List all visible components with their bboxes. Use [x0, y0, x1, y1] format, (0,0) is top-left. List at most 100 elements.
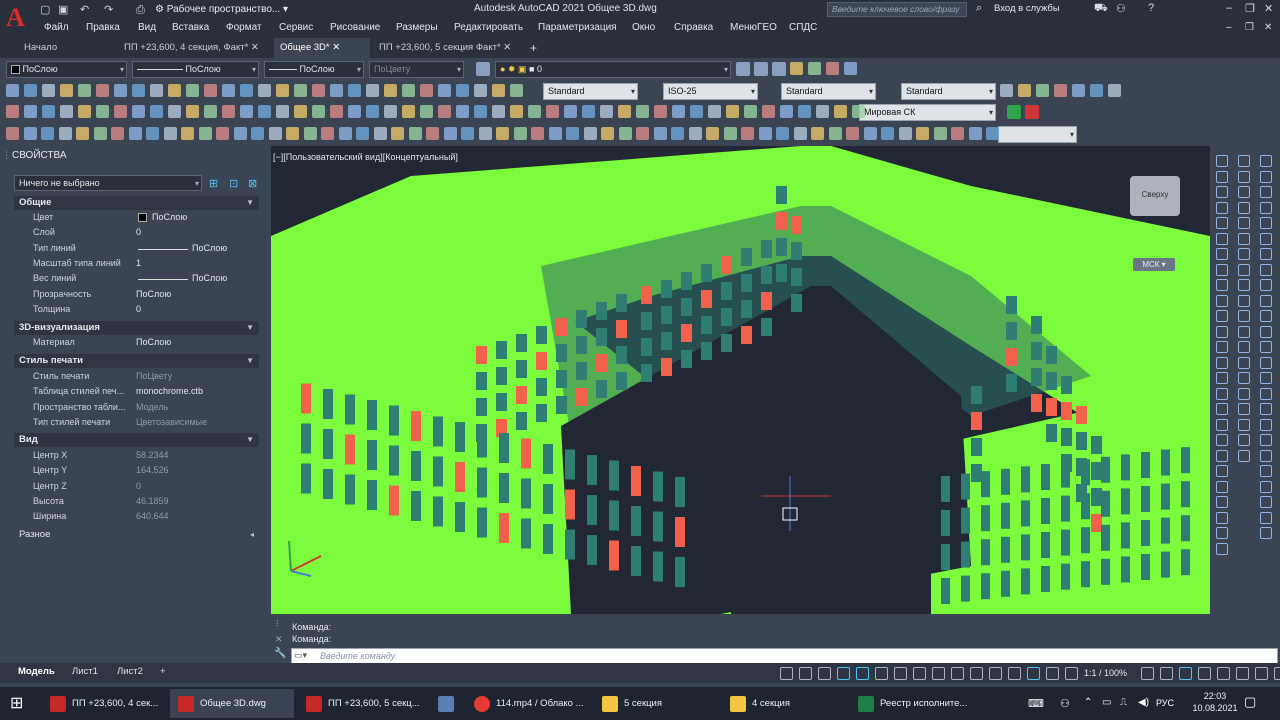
doc-close-icon[interactable]: ✕ [1264, 22, 1272, 33]
general-prop-value[interactable]: 0 [136, 227, 141, 237]
battery-icon[interactable]: ▭ [1102, 697, 1111, 708]
linetype-dropdown[interactable]: ПоСлою ▾ [132, 61, 259, 78]
toolbar-tool-icon[interactable] [1036, 84, 1049, 97]
draw-tool-icon[interactable] [1216, 387, 1228, 400]
minimize-icon[interactable]: – [1226, 2, 1232, 14]
toolbar-tool-icon[interactable] [114, 84, 127, 97]
toolbar-tool-icon[interactable] [42, 84, 55, 97]
select-objects-icon[interactable]: ⊡ [229, 177, 238, 190]
draw-tool-icon[interactable] [1260, 310, 1272, 322]
toolbar-tool-icon[interactable] [986, 127, 999, 140]
section-misc[interactable]: Разное ◂ [14, 528, 259, 542]
toolbar-tool-icon[interactable] [128, 127, 142, 140]
draw-tool-icon[interactable] [1216, 279, 1228, 291]
toolbar-tool-icon[interactable] [653, 127, 667, 140]
draw-tool-icon[interactable] [1216, 418, 1228, 431]
toolbar-tool-icon[interactable] [564, 105, 577, 118]
toolbar-tool-icon[interactable] [150, 105, 163, 118]
draw-tool-icon[interactable] [1260, 248, 1272, 260]
toolbar-tool-icon[interactable] [132, 84, 145, 97]
view-prop-value[interactable]: 640.644 [136, 511, 169, 521]
draw-tool-icon[interactable] [1238, 248, 1250, 260]
apply-icon[interactable] [1007, 105, 1021, 119]
toolbar-tool-icon[interactable] [93, 127, 107, 140]
dimstyle-dropdown[interactable]: ISO-25 ▾ [663, 83, 758, 100]
undo-icon[interactable]: ↶ [80, 3, 89, 17]
toolbar-tool-icon[interactable] [233, 127, 247, 140]
draw-tool-icon[interactable] [1260, 294, 1272, 307]
draw-tool-icon[interactable] [1216, 201, 1228, 214]
toolbar-tool-icon[interactable] [636, 127, 649, 140]
toolbar-tool-icon[interactable] [863, 127, 877, 140]
status-toggle-icon[interactable] [1236, 667, 1249, 680]
draw-tool-icon[interactable] [1216, 170, 1228, 183]
toolbar-tool-icon[interactable] [723, 127, 737, 140]
toolbar-tool-icon[interactable] [811, 127, 824, 140]
toolbar-tool-icon[interactable] [186, 84, 199, 97]
tray-chevron-icon[interactable]: ⌃ [1084, 697, 1092, 708]
drawing-viewport[interactable] [271, 146, 1210, 614]
draw-tool-icon[interactable] [1238, 310, 1250, 322]
toolbar-tool-icon[interactable] [566, 127, 579, 140]
toolbar-tool-icon[interactable] [330, 84, 343, 97]
toolbar-tool-icon[interactable] [408, 127, 422, 140]
toolbar-tool-icon[interactable] [163, 127, 177, 140]
plot-prop-value[interactable]: Модель [136, 402, 168, 412]
status-toggle-icon[interactable] [970, 667, 983, 680]
draw-tool-icon[interactable] [1238, 341, 1250, 353]
view-prop-value[interactable]: 0 [136, 481, 141, 491]
draw-tool-icon[interactable] [1260, 341, 1272, 353]
toolbar-tool-icon[interactable] [510, 84, 523, 97]
layer-state-icon[interactable] [736, 62, 750, 76]
taskbar-item-7[interactable]: Реестр исполните... [850, 689, 974, 718]
toolbar-tool-icon[interactable] [204, 105, 217, 118]
toolbar-tool-icon[interactable] [744, 105, 757, 118]
status-toggle-icon[interactable] [1046, 667, 1059, 680]
toolbar-tool-icon[interactable] [690, 105, 703, 118]
status-toggle-icon[interactable] [1179, 667, 1192, 680]
toolbar-tool-icon[interactable] [276, 84, 289, 97]
layer-dropdown[interactable]: ● ✹ ▣ ■ 0 ▾ [495, 61, 731, 78]
command-input[interactable]: Введите команду [291, 648, 1278, 664]
draw-tool-icon[interactable] [1260, 403, 1272, 415]
status-toggle-icon[interactable] [1274, 667, 1280, 680]
toolbar-tool-icon[interactable] [146, 127, 159, 140]
volume-icon[interactable]: ◀) [1138, 697, 1149, 708]
draw-tool-icon[interactable] [1238, 155, 1250, 167]
customize-icon[interactable]: 🔧 [274, 648, 286, 659]
toolbar-tool-icon[interactable] [844, 62, 857, 75]
view-prop-value[interactable]: 164.526 [136, 465, 169, 475]
toolbar-tool-icon[interactable] [132, 105, 145, 118]
toolbar-tool-icon[interactable] [1072, 84, 1085, 97]
general-prop-value[interactable]: ПоСлою [192, 243, 227, 253]
status-toggle-icon[interactable] [856, 667, 869, 680]
viewcube[interactable]: Сверху [1130, 176, 1180, 216]
notifications-icon[interactable]: ▢ [1244, 694, 1256, 710]
toolbar-tool-icon[interactable] [294, 84, 307, 97]
toolbar-tool-icon[interactable] [478, 127, 492, 140]
status-toggle-icon[interactable] [1008, 667, 1021, 680]
toolbar-tool-icon[interactable] [384, 84, 397, 97]
toolbar-tool-icon[interactable] [58, 127, 72, 140]
toolbar-tool-icon[interactable] [240, 84, 253, 97]
menu-dimension[interactable]: Размеры [396, 22, 438, 33]
toolbar-tool-icon[interactable] [780, 105, 793, 118]
draw-tool-icon[interactable] [1216, 372, 1228, 384]
toolbar-tool-icon[interactable] [528, 105, 541, 118]
status-toggle-icon[interactable] [1141, 667, 1154, 680]
toolbar-tool-icon[interactable] [330, 105, 343, 118]
general-prop-value[interactable]: ПоСлою [136, 289, 171, 299]
plot-prop-value[interactable]: monochrome.ctb [136, 386, 203, 396]
draw-tool-icon[interactable] [1260, 418, 1272, 431]
menu-view[interactable]: Вид [138, 22, 156, 33]
toolbar-tool-icon[interactable] [456, 84, 469, 97]
toolbar-tool-icon[interactable] [438, 105, 451, 118]
keyboard-icon[interactable]: ⌨ [1028, 697, 1044, 710]
color-dropdown[interactable]: ПоСлою ▾ [6, 61, 127, 78]
toolbar-tool-icon[interactable] [96, 84, 109, 97]
draw-tool-icon[interactable] [1260, 263, 1272, 276]
taskbar-item-1[interactable]: ПП +23,600, 4 сек... [42, 689, 166, 718]
general-prop-value[interactable]: ПоСлою [152, 212, 187, 222]
tab-close-icon[interactable]: ✕ [332, 42, 340, 53]
draw-tool-icon[interactable] [1216, 294, 1228, 307]
